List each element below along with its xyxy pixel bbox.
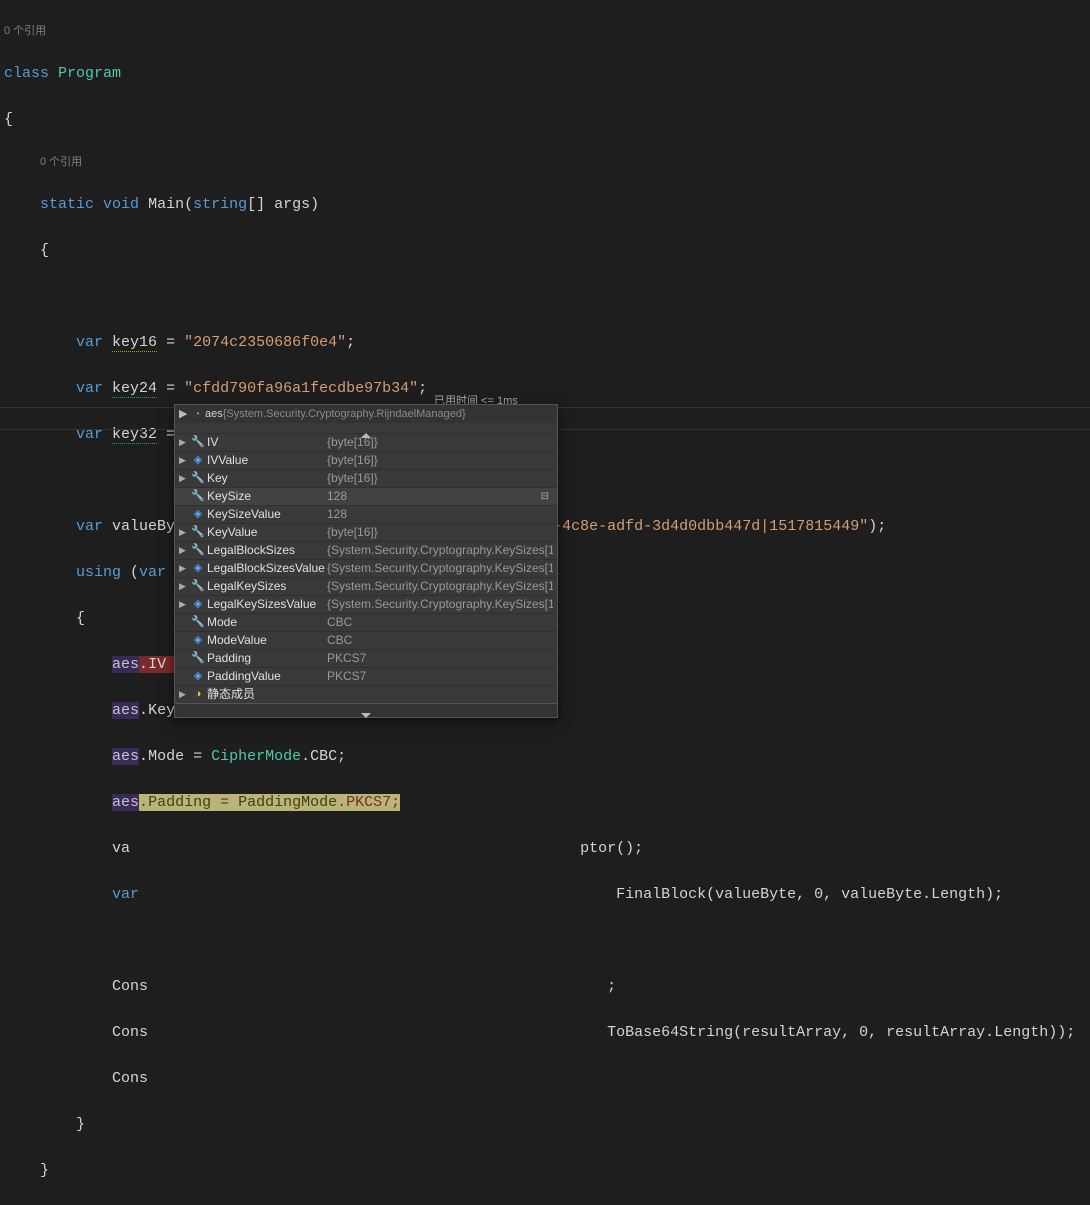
code-line[interactable]: class Program xyxy=(4,62,1090,85)
code-line[interactable]: { xyxy=(4,108,1090,131)
codelens-refs[interactable]: 0 个引用 xyxy=(4,154,1090,170)
expand-icon[interactable]: ▶ xyxy=(179,467,189,490)
code-line[interactable] xyxy=(4,929,1090,952)
expand-icon[interactable]: ▶ xyxy=(179,593,189,616)
code-line[interactable]: var key24 = "cfdd790fa96a1fecdbe97b34"; xyxy=(4,377,1090,400)
breakpoint-next-line: aes.Padding = PaddingMode.PKCS7; xyxy=(112,794,400,811)
code-line[interactable]: Cons xyxy=(4,1067,1090,1090)
expand-icon[interactable]: ▶ xyxy=(179,403,189,426)
category-icon: ◑ xyxy=(189,683,207,706)
code-line[interactable]: aes.Padding = PaddingMode.PKCS7; xyxy=(4,791,1090,814)
code-line[interactable]: varxxxxxxxxxxxxxxxxxxxxxxxxxxxxxxxxxxxxx… xyxy=(4,883,1090,906)
code-line[interactable]: var key16 = "2074c2350686f0e4"; xyxy=(4,331,1090,354)
code-line[interactable]: Consxxxxxxxxxxxxxxxxxxxxxxxxxxxxxxxxxxxx… xyxy=(4,1021,1090,1044)
code-line[interactable]: aes.Mode = CipherMode.CBC; xyxy=(4,745,1090,768)
code-line[interactable] xyxy=(4,285,1090,308)
code-line[interactable]: } xyxy=(4,1159,1090,1182)
object-icon: ◔ xyxy=(189,403,205,426)
datatip-header[interactable]: ▶ ◔ aes {System.Security.Cryptography.Ri… xyxy=(175,405,557,423)
code-line[interactable]: } xyxy=(4,1113,1090,1136)
code-line[interactable]: static void Main(string[] args) xyxy=(4,193,1090,216)
datatip-member-value: PKCS7 xyxy=(327,665,553,688)
debug-datatip-popup[interactable]: ▶ ◔ aes {System.Security.Cryptography.Ri… xyxy=(174,404,558,718)
datatip-member-name: 静态成员 xyxy=(207,683,327,706)
code-line[interactable]: vaxxxxxxxxxxxxxxxxxxxxxxxxxxxxxxxxxxxxxx… xyxy=(4,837,1090,860)
expand-icon[interactable]: ▶ xyxy=(179,683,189,706)
code-line[interactable]: Consxxxxxxxxxxxxxxxxxxxxxxxxxxxxxxxxxxxx… xyxy=(4,975,1090,998)
datatip-header-value: {System.Security.Cryptography.RijndaelMa… xyxy=(223,403,466,426)
class-name: Program xyxy=(58,65,121,82)
code-line[interactable]: { xyxy=(4,239,1090,262)
codelens-refs[interactable]: 0 个引用 xyxy=(4,23,1090,39)
keyword-class: class xyxy=(4,65,49,82)
